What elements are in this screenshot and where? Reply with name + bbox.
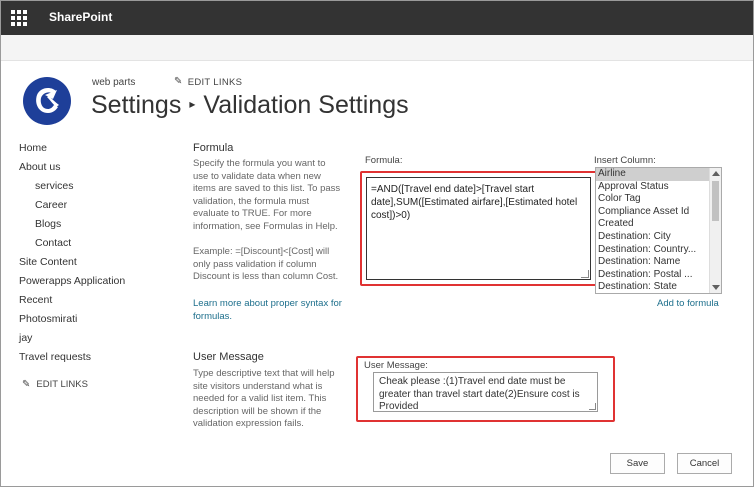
nav-item-contact[interactable]: Contact: [19, 237, 71, 249]
nav-item-site-content[interactable]: Site Content: [19, 256, 77, 268]
formula-label: Formula:: [365, 155, 403, 166]
title-parent-link[interactable]: Settings: [91, 91, 181, 119]
site-logo[interactable]: [23, 77, 71, 125]
header-edit-links[interactable]: ✎ EDIT LINKS: [174, 76, 243, 88]
title-current: Validation Settings: [203, 91, 409, 119]
insert-column-label: Insert Column:: [594, 155, 656, 166]
nav-edit-links-label: EDIT LINKS: [36, 379, 88, 390]
formula-example: Example: =[Discount]<[Cost] will only pa…: [193, 246, 339, 282]
learn-more-syntax-link[interactable]: Learn more about proper syntax for formu…: [193, 298, 348, 323]
column-option[interactable]: Destination: Postal ...: [596, 269, 721, 282]
column-option[interactable]: Compliance Asset Id: [596, 206, 721, 219]
suite-bar: SharePoint: [1, 1, 753, 35]
nav-item-home[interactable]: Home: [19, 142, 47, 154]
page-title: Settings ▸ Validation Settings: [91, 91, 409, 120]
nav-item-recent[interactable]: Recent: [19, 294, 52, 306]
cancel-button[interactable]: Cancel: [677, 453, 732, 474]
add-to-formula-link[interactable]: Add to formula: [657, 298, 719, 309]
app-launcher-icon[interactable]: [11, 10, 27, 26]
column-option[interactable]: Destination: Country...: [596, 244, 721, 257]
breadcrumb-separator-icon: ▸: [189, 97, 196, 111]
column-option[interactable]: Destination: City: [596, 231, 721, 244]
save-button[interactable]: Save: [610, 453, 665, 474]
column-option[interactable]: Created: [596, 218, 721, 231]
header-edit-links-label: EDIT LINKS: [187, 77, 243, 88]
nav-item-about-us[interactable]: About us: [19, 161, 60, 173]
column-option[interactable]: Color Tag: [596, 193, 721, 206]
scroll-up-arrow-icon[interactable]: [712, 171, 720, 176]
nav-item-services[interactable]: services: [19, 180, 74, 192]
site-logo-icon: [24, 78, 70, 124]
scroll-thumb[interactable]: [712, 181, 719, 221]
site-name-link[interactable]: web parts: [92, 77, 135, 88]
user-message-description: Type descriptive text that will help sit…: [193, 368, 335, 429]
column-option[interactable]: Destination: State: [596, 281, 721, 293]
column-option[interactable]: Destination: Name: [596, 256, 721, 269]
nav-item-travel-requests[interactable]: Travel requests: [19, 351, 91, 363]
scroll-down-arrow-icon[interactable]: [712, 285, 720, 290]
formula-description: Specify the formula you want to use to v…: [193, 158, 341, 232]
nav-item-blogs[interactable]: Blogs: [19, 218, 61, 230]
pencil-icon: ✎: [174, 76, 183, 87]
app-name[interactable]: SharePoint: [49, 10, 112, 24]
insert-column-listbox[interactable]: Airline Approval Status Color Tag Compli…: [595, 167, 722, 294]
column-option[interactable]: Approval Status: [596, 181, 721, 194]
page-frame: SharePoint web parts ✎ EDIT LINKS Setting…: [0, 0, 754, 487]
pencil-icon: ✎: [22, 379, 31, 390]
formula-heading: Formula: [193, 142, 234, 154]
nav-item-photosmirati[interactable]: Photosmirati: [19, 313, 77, 325]
user-message-heading: User Message: [193, 351, 264, 363]
nav-edit-links[interactable]: ✎ EDIT LINKS: [22, 379, 88, 390]
column-option[interactable]: Airline: [596, 168, 721, 181]
nav-item-jay[interactable]: jay: [19, 332, 32, 344]
nav-item-career[interactable]: Career: [19, 199, 67, 211]
nav-item-powerapps-application[interactable]: Powerapps Application: [19, 275, 125, 287]
formula-highlight-annotation: [360, 171, 597, 286]
listbox-scrollbar[interactable]: [709, 168, 721, 293]
user-message-highlight-annotation: [356, 356, 615, 422]
command-strip: [1, 35, 753, 61]
